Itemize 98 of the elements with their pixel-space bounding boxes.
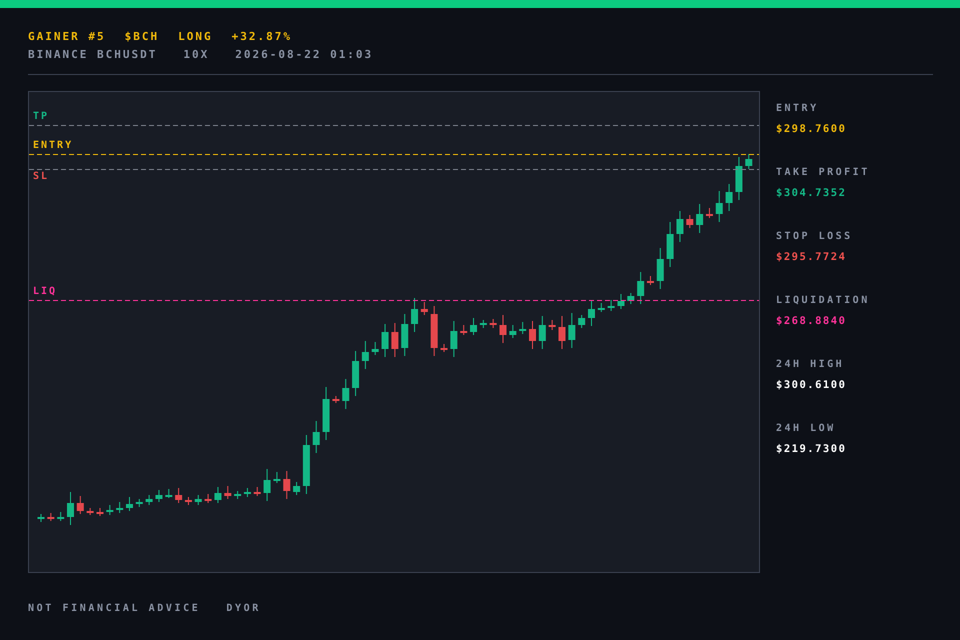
meta-text: BINANCE BCHUSDT: [28, 48, 158, 62]
candlestick: [519, 322, 526, 334]
candlestick: [490, 318, 497, 328]
candlestick: [342, 378, 350, 410]
stat-label: LIQUIDATION: [776, 295, 870, 308]
candlestick: [666, 222, 674, 268]
stat-value: $295.7724: [776, 251, 848, 265]
candlestick: [411, 298, 418, 332]
stat-value: $219.7300: [776, 443, 848, 457]
stat-label: STOP LOSS: [776, 231, 854, 244]
candlestick: [420, 302, 428, 316]
candlestick: [382, 324, 389, 358]
candlestick: [362, 340, 369, 370]
candlestick: [273, 472, 280, 484]
candlestick: [578, 314, 586, 328]
level-label: TP: [33, 111, 50, 123]
candlestick: [726, 184, 733, 212]
candlestick: [558, 316, 566, 350]
meta-text: 10X: [183, 48, 210, 62]
stat-label: 24H HIGH: [776, 359, 846, 372]
candlestick: [136, 498, 143, 508]
stat-label: 24H LOW: [776, 423, 837, 436]
meta-text: 2026-08-22 01:03: [235, 48, 374, 62]
candlestick: [352, 350, 360, 396]
candlestick: [293, 482, 300, 496]
candlestick: [646, 276, 654, 286]
candlestick: [617, 294, 624, 310]
candlestick: [155, 490, 162, 502]
level-label: ENTRY: [33, 140, 74, 152]
candlestick: [283, 470, 290, 500]
candlestick: [224, 486, 232, 500]
candlestick: [735, 156, 742, 200]
candlestick: [175, 488, 182, 504]
candlestick: [86, 508, 94, 516]
candlestick: [204, 494, 212, 504]
candlestick: [165, 488, 172, 498]
stat-label: ENTRY: [776, 103, 820, 116]
stat-value: $268.8840: [776, 315, 848, 329]
candlestick: [57, 512, 64, 522]
candlestick: [126, 496, 133, 512]
candlestick: [332, 396, 340, 404]
candlestick: [568, 312, 576, 348]
candlestick: [598, 302, 605, 312]
candlestick: [372, 342, 379, 356]
stat-value: $304.7352: [776, 187, 848, 201]
candlestick: [38, 514, 44, 522]
candlestick: [254, 486, 261, 496]
candlestick: [234, 490, 242, 500]
title-text: +32.87%: [232, 30, 292, 44]
candlestick: [401, 314, 408, 356]
candlestick: [470, 318, 478, 336]
candlestick: [548, 320, 556, 330]
level-label: SL: [33, 171, 50, 183]
candlestick: [637, 272, 644, 304]
candlestick: [116, 502, 124, 514]
candlestick: [480, 320, 487, 328]
stat-label: TAKE PROFIT: [776, 167, 870, 180]
candlestick: [706, 208, 713, 218]
candlestick: [745, 154, 752, 170]
candlestick: [214, 486, 222, 504]
stat-value: $298.7600: [776, 123, 848, 137]
candlestick: [538, 316, 546, 350]
candlestick: [96, 508, 104, 516]
candlestick: [194, 494, 202, 506]
candlestick: [608, 300, 615, 312]
candlestick: [322, 386, 330, 440]
candlestick: [264, 468, 271, 502]
candlestick: [460, 324, 468, 336]
candlestick: [627, 292, 634, 304]
disclaimer-text: DYOR: [226, 603, 261, 614]
title-text: GAINER #5: [28, 30, 106, 44]
candlestick: [244, 488, 251, 498]
candlestick: [391, 322, 398, 358]
candlestick: [716, 190, 723, 222]
title-text: LONG: [178, 30, 213, 44]
candlestick: [500, 314, 506, 344]
candlestick: [302, 434, 310, 494]
candlestick: [509, 324, 516, 338]
stat-value: $300.6100: [776, 379, 848, 393]
disclaimer-text: NOT FINANCIAL ADVICE: [28, 603, 200, 614]
candlestick: [67, 492, 74, 526]
candlestick: [450, 320, 458, 358]
title-text: $BCH: [124, 30, 160, 44]
candlestick: [430, 306, 438, 356]
candlestick: [106, 504, 114, 516]
candlestick: [696, 204, 704, 234]
candlestick: [529, 320, 536, 350]
candlestick: [588, 300, 595, 326]
candlestick: [676, 210, 684, 242]
candlestick: [146, 494, 153, 506]
level-label: LIQ: [33, 286, 58, 298]
candlestick: [686, 214, 694, 228]
candlestick: [47, 512, 54, 522]
candlestick: [184, 496, 192, 506]
candlestick: [312, 420, 320, 454]
candlestick: [76, 496, 84, 514]
candlestick: [440, 344, 448, 352]
candlestick: [656, 248, 664, 290]
